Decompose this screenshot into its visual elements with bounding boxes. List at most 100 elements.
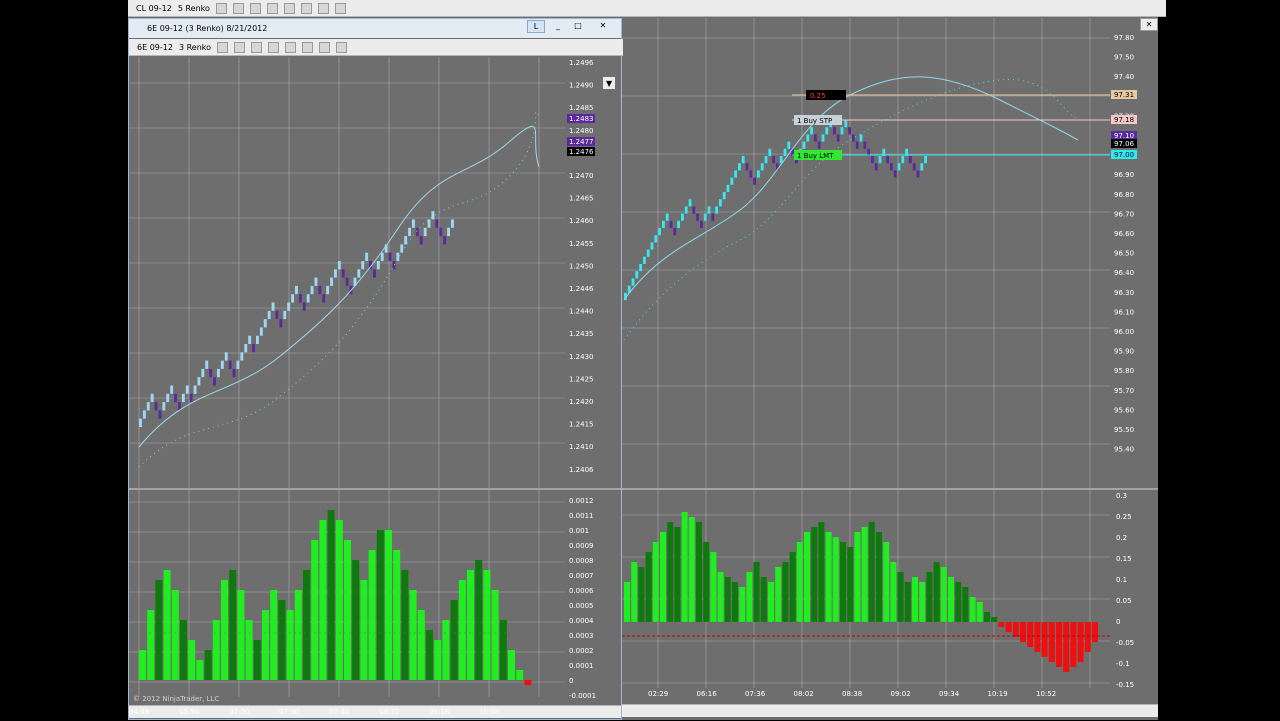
bartype-selector[interactable]: 3 Renko xyxy=(179,43,211,52)
renko-brick xyxy=(217,368,220,378)
link-button[interactable]: L xyxy=(527,20,545,33)
osc-axis-label: 0.05 xyxy=(1116,597,1132,605)
bar-style-icon[interactable] xyxy=(217,41,229,53)
price-tag-label: 1.2483 xyxy=(569,115,594,123)
renko-brick xyxy=(451,219,454,228)
renko-brick xyxy=(700,220,703,228)
renko-brick xyxy=(859,134,863,142)
price-axis-label: 95.70 xyxy=(1114,387,1134,395)
osc-bar xyxy=(475,560,483,680)
renko-brick xyxy=(189,393,193,403)
price-axis-label: 1.2455 xyxy=(569,240,594,248)
renko-brick xyxy=(267,310,271,320)
properties-icon[interactable] xyxy=(285,41,297,53)
child-toolbar: 6E 09-12 3 Renko xyxy=(129,39,623,56)
renko-brick xyxy=(703,213,707,221)
instrument-selector[interactable]: 6E 09-12 xyxy=(137,43,173,52)
renko-brick xyxy=(654,235,658,243)
renko-brick xyxy=(688,199,692,207)
zoom-icon[interactable] xyxy=(268,41,280,53)
osc-axis-label: 0.15 xyxy=(1116,555,1132,563)
minimize-button[interactable]: _ xyxy=(549,20,567,33)
time-axis-label: 07:30 xyxy=(279,708,299,716)
pencil-icon[interactable] xyxy=(234,41,246,53)
time-axis-label: 07:00 xyxy=(229,708,249,716)
price-axis-label: 97.40 xyxy=(1114,73,1134,81)
osc-bar xyxy=(933,562,940,622)
chart-trader-icon[interactable] xyxy=(336,41,348,53)
osc-bar xyxy=(998,622,1005,627)
osc-bar xyxy=(245,620,253,680)
renko-brick xyxy=(760,163,764,171)
osc-bar xyxy=(847,547,854,622)
renko-brick xyxy=(248,335,252,344)
osc-bar xyxy=(376,530,384,680)
crosshair-icon[interactable] xyxy=(251,41,263,53)
osc-bar xyxy=(760,577,767,622)
price-tag-label: 97.10 xyxy=(1114,132,1134,140)
renko-brick xyxy=(431,211,435,220)
price-axis-label: 96.00 xyxy=(1114,328,1134,336)
renko-brick xyxy=(673,228,677,236)
renko-brick xyxy=(810,127,813,135)
time-axis-label: 02:29 xyxy=(648,690,668,698)
child-chart-canvas[interactable]: ▼1.24961.24901.24851.24801.24751.24701.2… xyxy=(129,57,621,721)
osc-bar xyxy=(1020,622,1026,642)
time-axis-label: 05:54 xyxy=(179,708,200,716)
osc-bar xyxy=(147,610,155,680)
renko-brick xyxy=(643,256,646,264)
osc-bar xyxy=(442,620,450,680)
price-axis-label: 1.2470 xyxy=(569,172,594,180)
osc-bar xyxy=(940,567,947,622)
renko-brick xyxy=(228,360,232,369)
renko-brick xyxy=(814,134,817,142)
price-axis-label: 1.2440 xyxy=(569,308,594,316)
price-axis-label: 1.2480 xyxy=(569,127,594,135)
osc-bar xyxy=(409,590,417,680)
osc-bar xyxy=(360,580,368,680)
osc-bar xyxy=(180,620,187,680)
renko-brick xyxy=(734,170,737,178)
renko-brick xyxy=(696,213,699,221)
osc-bar xyxy=(789,552,796,622)
osc-bar xyxy=(278,600,286,680)
osc-bar xyxy=(270,590,278,680)
close-button[interactable]: ✕ xyxy=(594,20,612,33)
child-window-titlebar[interactable]: 6E 09-12 (3 Renko) 8/21/2012 xyxy=(129,19,621,38)
osc-bar xyxy=(1034,622,1041,652)
price-tag-label: 97.18 xyxy=(1114,116,1134,124)
osc-axis-label: 0.0005 xyxy=(569,602,594,610)
osc-bar xyxy=(327,510,335,680)
price-axis-label: 95.60 xyxy=(1114,406,1134,414)
osc-bar xyxy=(969,597,976,622)
osc-bar xyxy=(962,587,969,622)
maximize-button[interactable]: □ xyxy=(569,20,587,33)
osc-bar xyxy=(782,562,789,622)
price-axis-label: 1.2406 xyxy=(569,466,594,474)
price-axis-label: 95.80 xyxy=(1114,367,1134,375)
renko-brick xyxy=(154,402,158,411)
osc-bar xyxy=(508,650,515,680)
renko-brick xyxy=(730,177,734,185)
renko-brick xyxy=(684,206,688,214)
osc-bar xyxy=(286,610,294,680)
renko-brick xyxy=(802,141,806,149)
renko-brick xyxy=(741,156,745,164)
price-axis-label: 1.2425 xyxy=(569,375,594,383)
osc-bar xyxy=(303,570,310,680)
renko-brick xyxy=(650,242,654,250)
renko-brick xyxy=(844,120,848,128)
strategies-icon[interactable] xyxy=(319,41,331,53)
osc-axis-label: -0.1 xyxy=(1116,660,1130,668)
osc-bar xyxy=(717,572,724,622)
renko-brick xyxy=(185,385,189,394)
osc-bar xyxy=(768,582,774,622)
osc-bar xyxy=(352,560,360,680)
order-tag-stop-label: 0.25 xyxy=(810,92,826,100)
child-window-title: 6E 09-12 (3 Renko) 8/21/2012 xyxy=(147,24,268,33)
renko-brick xyxy=(909,156,912,164)
indicators-icon[interactable] xyxy=(302,41,314,53)
osc-bar xyxy=(955,582,962,622)
copyright-text: © 2012 NinjaTrader, LLC xyxy=(133,695,219,703)
renko-brick xyxy=(244,344,248,353)
